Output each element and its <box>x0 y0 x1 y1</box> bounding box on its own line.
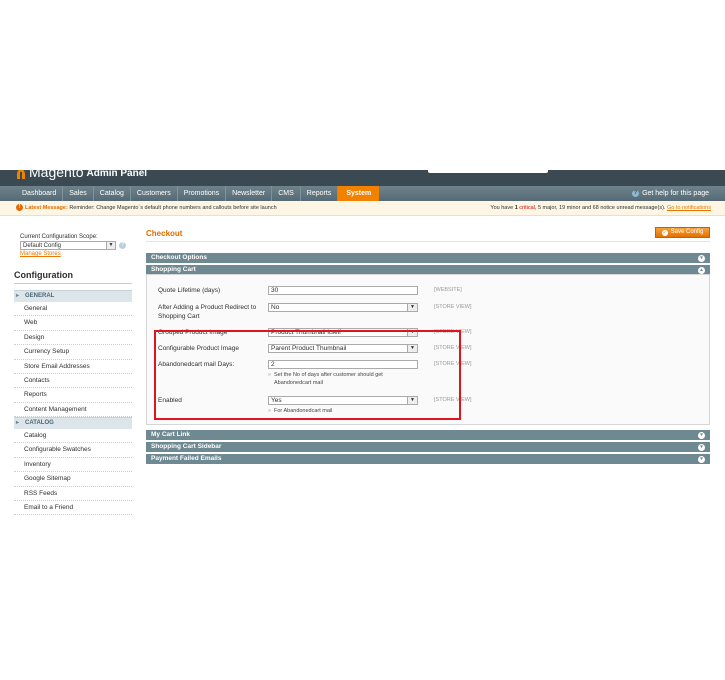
sidebar-item-contacts[interactable]: Contacts <box>14 373 132 389</box>
collapse-icon: ▴ <box>698 266 705 274</box>
sidebar-item-inventory[interactable]: Inventory <box>14 457 132 473</box>
admin-header: Magento Admin Panel <box>0 170 725 186</box>
section-my-cart-link[interactable]: My Cart Link ▾ <box>146 430 710 440</box>
select-value: No <box>271 304 280 311</box>
check-icon: ✓ <box>661 229 668 236</box>
warning-icon: ! <box>16 204 23 211</box>
scope-tag: [STORE VIEW] <box>434 304 472 310</box>
nav-catalog[interactable]: Catalog <box>94 186 131 201</box>
brand-subtitle: Admin Panel <box>86 170 148 179</box>
latest-message-label: Latest Message: <box>25 205 68 211</box>
notifications-link[interactable]: Go to notifications <box>667 205 711 211</box>
unread-prefix: You have <box>490 205 514 211</box>
critical-count: 1 <box>514 205 518 211</box>
expand-icon: ▾ <box>698 443 705 451</box>
critical-label: critical <box>519 205 535 211</box>
section-shopping-cart-sidebar[interactable]: Shopping Cart Sidebar ▾ <box>146 442 710 452</box>
highlight-box <box>154 330 461 420</box>
help-icon: ? <box>632 190 640 197</box>
scope-switcher: Current Configuration Scope: Default Con… <box>20 234 126 257</box>
nav-dashboard[interactable]: Dashboard <box>16 186 64 201</box>
save-config-button[interactable]: ✓ Save Config <box>655 227 710 238</box>
scope-select[interactable]: Default Config ▼ <box>20 241 116 250</box>
unread-summary: You have 1 critical, 5 major, 19 minor a… <box>490 201 711 215</box>
section-title: Payment Failed Emails <box>151 455 222 462</box>
sidebar-group-header[interactable]: GENERAL <box>14 290 132 302</box>
section-title: Shopping Cart Sidebar <box>151 443 222 450</box>
help-label: Get help for this page <box>642 190 709 197</box>
sidebar-group-general: GENERAL General Web Design Currency Setu… <box>14 290 132 418</box>
scope-label: Current Configuration Scope: <box>20 234 98 240</box>
sidebar-group-catalog: CATALOG Catalog Configurable Swatches In… <box>14 417 132 516</box>
redirect-select[interactable]: No ▼ <box>268 303 418 312</box>
section-title: Checkout Options <box>151 254 207 261</box>
sidebar-item-general[interactable]: General <box>14 302 132 317</box>
brand-name: Magento <box>29 170 84 180</box>
nav-cms[interactable]: CMS <box>272 186 301 201</box>
magento-logo-icon <box>16 170 26 179</box>
latest-message: Latest Message: Reminder: Change Magento… <box>25 201 277 215</box>
global-search-input[interactable] <box>428 170 548 173</box>
help-link[interactable]: ? Get help for this page <box>632 186 709 201</box>
sidebar-item-design[interactable]: Design <box>14 330 132 346</box>
save-config-label: Save Config <box>670 229 704 235</box>
field-label: Quote Lifetime (days) <box>158 287 221 294</box>
section-title: Shopping Cart <box>151 266 196 273</box>
main-nav: Dashboard Sales Catalog Customers Promot… <box>0 186 725 201</box>
expand-icon: ▾ <box>698 254 705 262</box>
page-title: Checkout <box>146 229 183 238</box>
manage-stores-link[interactable]: Manage Stores <box>20 251 126 257</box>
sidebar-item-store-email-addresses[interactable]: Store Email Addresses <box>14 359 132 374</box>
section-checkout-options[interactable]: Checkout Options ▾ <box>146 253 710 263</box>
sidebar-item-web[interactable]: Web <box>14 316 132 331</box>
section-title: My Cart Link <box>151 431 191 438</box>
sidebar-group-header[interactable]: CATALOG <box>14 417 132 429</box>
scope-select-value: Default Config <box>23 243 62 249</box>
sidebar-item-rss-feeds[interactable]: RSS Feeds <box>14 486 132 501</box>
configuration-title: Configuration <box>14 270 132 284</box>
quote-lifetime-input[interactable]: 30 <box>268 286 418 295</box>
nav-sales[interactable]: Sales <box>63 186 94 201</box>
sidebar-item-reports[interactable]: Reports <box>14 388 132 403</box>
system-messages-bar: ! Latest Message: Reminder: Change Magen… <box>0 201 725 216</box>
expand-icon: ▾ <box>698 431 705 439</box>
unread-rest: , 5 major, 19 minor and 68 notice unread… <box>534 205 666 211</box>
magento-logo[interactable]: Magento Admin Panel <box>16 170 147 179</box>
sidebar-item-currency-setup[interactable]: Currency Setup <box>14 345 132 360</box>
scope-tag: [WEBSITE] <box>434 287 462 293</box>
sidebar-item-content-management[interactable]: Content Management <box>14 402 132 418</box>
sidebar-item-catalog[interactable]: Catalog <box>14 429 132 444</box>
chevron-down-icon: ▼ <box>407 304 417 311</box>
sidebar-item-email-to-a-friend[interactable]: Email to a Friend <box>14 500 132 516</box>
expand-icon: ▾ <box>698 455 705 463</box>
section-payment-failed-emails[interactable]: Payment Failed Emails ▾ <box>146 454 710 464</box>
nav-promotions[interactable]: Promotions <box>178 186 227 201</box>
nav-reports[interactable]: Reports <box>301 186 339 201</box>
latest-message-text: Reminder: Change Magento`s default phone… <box>69 205 277 211</box>
field-label: After Adding a Product Redirect to Shopp… <box>158 304 257 320</box>
sidebar-item-google-sitemap[interactable]: Google Sitemap <box>14 472 132 487</box>
nav-newsletter[interactable]: Newsletter <box>226 186 273 201</box>
sidebar-item-configurable-swatches[interactable]: Configurable Swatches <box>14 443 132 458</box>
nav-system[interactable]: System <box>338 186 380 201</box>
nav-customers[interactable]: Customers <box>131 186 178 201</box>
chevron-down-icon: ▼ <box>106 242 115 249</box>
divider <box>146 241 710 242</box>
info-icon[interactable]: ? <box>119 242 126 249</box>
